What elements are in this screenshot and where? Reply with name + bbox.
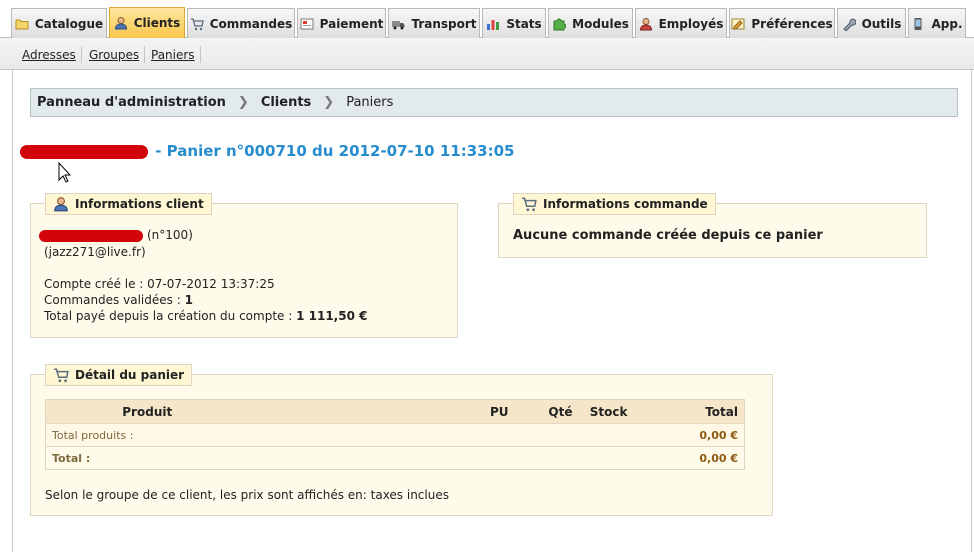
tab-modules[interactable]: Modules: [548, 8, 633, 38]
col-qte: Qté: [508, 399, 573, 424]
col-produit: Produit: [45, 399, 249, 424]
submenu-divider: [200, 46, 201, 63]
payment-icon: [300, 17, 314, 31]
redacted-client-name: [39, 229, 143, 242]
submenu-divider: [81, 46, 82, 63]
tab-label: App.: [931, 16, 963, 31]
cart-icon: [521, 196, 537, 212]
tab-label: Transport: [411, 16, 477, 31]
client-info-box: Informations client (n°100) (jazz271@liv…: [30, 193, 458, 338]
tab-label: Stats: [506, 16, 542, 31]
chevron-right-icon: ❯: [237, 95, 249, 110]
col-total: Total: [627, 399, 745, 424]
table-row: Total : 0,00 €: [45, 446, 745, 470]
page-title-text: - Panier n°000710 du 2012-07-10 11:33:05: [155, 142, 515, 160]
tab-employes[interactable]: Employés: [635, 8, 727, 38]
tab-paiement[interactable]: Paiement: [297, 8, 386, 38]
breadcrumb-paniers: Paniers: [346, 95, 394, 110]
client-info-legend: Informations client: [45, 193, 212, 215]
total-products-value: 0,00 €: [627, 423, 745, 447]
client-name-line: (n°100): [39, 228, 193, 242]
total-paid-value: 1 111,50 €: [296, 309, 368, 323]
table-row: Total produits : 0,00 €: [45, 423, 745, 447]
tab-stats[interactable]: Stats: [482, 8, 546, 38]
wrench-icon: [842, 17, 856, 31]
chevron-right-icon: ❯: [323, 95, 335, 110]
tab-label: Commandes: [209, 16, 293, 31]
col-pu: PU: [248, 399, 509, 424]
puzzle-icon: [552, 17, 567, 31]
preferences-icon: [731, 17, 745, 31]
mouse-cursor-icon: [58, 162, 72, 183]
breadcrumb-clients[interactable]: Clients: [261, 95, 311, 110]
grand-total-label: Total :: [45, 446, 628, 470]
cart-detail-box: Détail du panier Produit PU Qté Stock To…: [30, 364, 773, 516]
tab-label: Outils: [861, 16, 902, 31]
tab-outils[interactable]: Outils: [837, 8, 906, 38]
client-number: (n°100): [147, 228, 193, 242]
phone-icon: [911, 17, 925, 31]
tab-catalogue[interactable]: Catalogue: [11, 8, 107, 38]
employee-icon: [639, 17, 653, 31]
tab-preferences[interactable]: Préférences: [729, 8, 835, 38]
tab-label: Clients: [133, 16, 181, 30]
bar-chart-icon: [486, 17, 500, 31]
validated-orders: Commandes validées : 1: [44, 293, 193, 307]
account-created: Compte créé le : 07-07-2012 13:37:25: [44, 277, 275, 291]
breadcrumb-admin[interactable]: Panneau d'administration: [37, 95, 226, 110]
main-tab-bar: Catalogue Clients Commandes Paiement Tra…: [0, 0, 974, 38]
user-icon: [114, 16, 128, 30]
tab-clients[interactable]: Clients: [109, 7, 185, 38]
tab-label: Paiement: [319, 16, 384, 31]
grand-total-value: 0,00 €: [627, 446, 745, 470]
page-title: - Panier n°000710 du 2012-07-10 11:33:05: [20, 142, 514, 160]
tab-label: Catalogue: [34, 16, 104, 31]
submenu-groupes[interactable]: Groupes: [89, 48, 139, 62]
validated-orders-count: 1: [184, 293, 193, 307]
tab-label: Modules: [572, 16, 629, 31]
submenu-paniers[interactable]: Paniers: [151, 48, 195, 62]
cart-table: Produit PU Qté Stock Total Total produit…: [45, 399, 745, 470]
cart-icon: [190, 17, 204, 31]
cart-icon: [53, 367, 69, 383]
client-email: (jazz271@live.fr): [44, 245, 146, 259]
order-info-legend: Informations commande: [513, 193, 716, 215]
tab-label: Employés: [658, 16, 724, 31]
total-products-label: Total produits :: [45, 423, 628, 447]
redacted-customer-name: [20, 144, 148, 159]
tab-commandes[interactable]: Commandes: [187, 8, 295, 38]
breadcrumb: Panneau d'administration ❯ Clients ❯ Pan…: [30, 88, 958, 117]
tab-app[interactable]: App.: [908, 8, 966, 38]
truck-icon: [391, 17, 405, 31]
submenu-adresses[interactable]: Adresses: [22, 48, 76, 62]
tab-transport[interactable]: Transport: [388, 8, 480, 38]
cart-detail-legend: Détail du panier: [45, 364, 193, 386]
user-icon: [53, 196, 69, 212]
submenu-divider: [144, 46, 145, 63]
table-header-row: Produit PU Qté Stock Total: [45, 399, 745, 424]
col-stock: Stock: [572, 399, 628, 424]
folder-icon: [15, 17, 29, 31]
tab-label: Préférences: [751, 16, 833, 31]
sub-menu: Adresses Groupes Paniers: [0, 38, 974, 70]
no-order-message: Aucune commande créée depuis ce panier: [513, 228, 823, 243]
total-paid: Total payé depuis la création du compte …: [44, 309, 368, 323]
tax-note: Selon le groupe de ce client, les prix s…: [45, 488, 449, 502]
order-info-box: Informations commande Aucune commande cr…: [498, 193, 927, 258]
